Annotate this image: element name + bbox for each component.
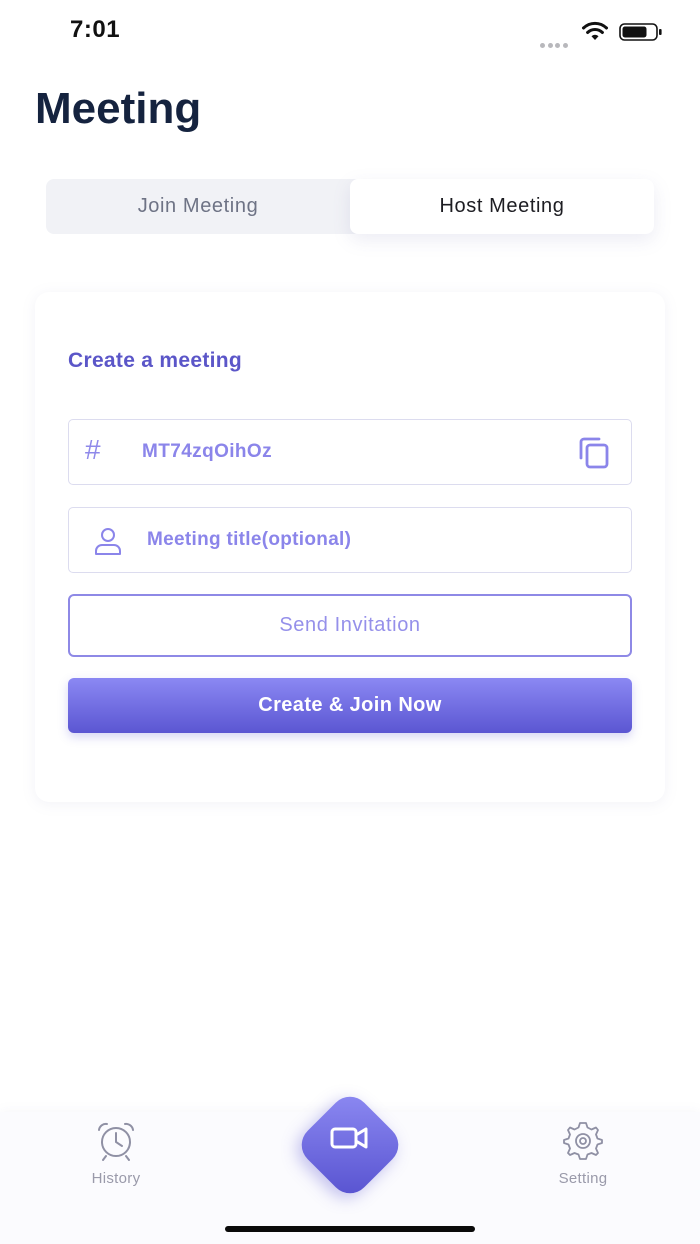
meeting-screen: 7:01 Meeting Join Meeting Host Meeting C…	[0, 0, 700, 1244]
create-join-now-button[interactable]: Create & Join Now	[68, 678, 632, 733]
send-invitation-button[interactable]: Send Invitation	[68, 594, 632, 657]
bottom-tab-bar: History Setting	[0, 1088, 700, 1244]
tab-history-label: History	[91, 1170, 141, 1187]
tab-setting[interactable]: Setting	[528, 1120, 638, 1200]
wifi-icon	[582, 21, 608, 40]
card-heading: Create a meeting	[68, 349, 243, 372]
create-meeting-card: Create a meeting # MT74zqOihOz Send Invi…	[35, 292, 665, 802]
battery-icon	[619, 23, 662, 41]
tab-host-meeting[interactable]: Host Meeting	[350, 179, 654, 234]
copy-icon[interactable]	[577, 436, 611, 470]
meeting-mode-tabs: Join Meeting Host Meeting	[46, 179, 654, 234]
meeting-title-input[interactable]	[147, 508, 607, 571]
start-video-meeting-button[interactable]	[293, 1088, 407, 1202]
tab-setting-label: Setting	[558, 1170, 608, 1187]
home-indicator	[225, 1226, 475, 1232]
alarm-clock-icon	[98, 1122, 134, 1161]
tab-history[interactable]: History	[61, 1120, 171, 1200]
page-title: Meeting	[35, 84, 202, 133]
meeting-id-field: # MT74zqOihOz	[68, 419, 632, 485]
tab-join-meeting[interactable]: Join Meeting	[46, 179, 350, 234]
status-bar: 7:01	[0, 0, 700, 64]
signal-dots-icon	[540, 35, 572, 48]
meeting-title-field	[68, 507, 632, 573]
meeting-id-value: MT74zqOihOz	[142, 441, 273, 462]
user-icon	[95, 528, 121, 555]
status-time: 7:01	[70, 16, 121, 43]
hash-icon: #	[85, 434, 101, 465]
gear-icon	[563, 1122, 603, 1160]
